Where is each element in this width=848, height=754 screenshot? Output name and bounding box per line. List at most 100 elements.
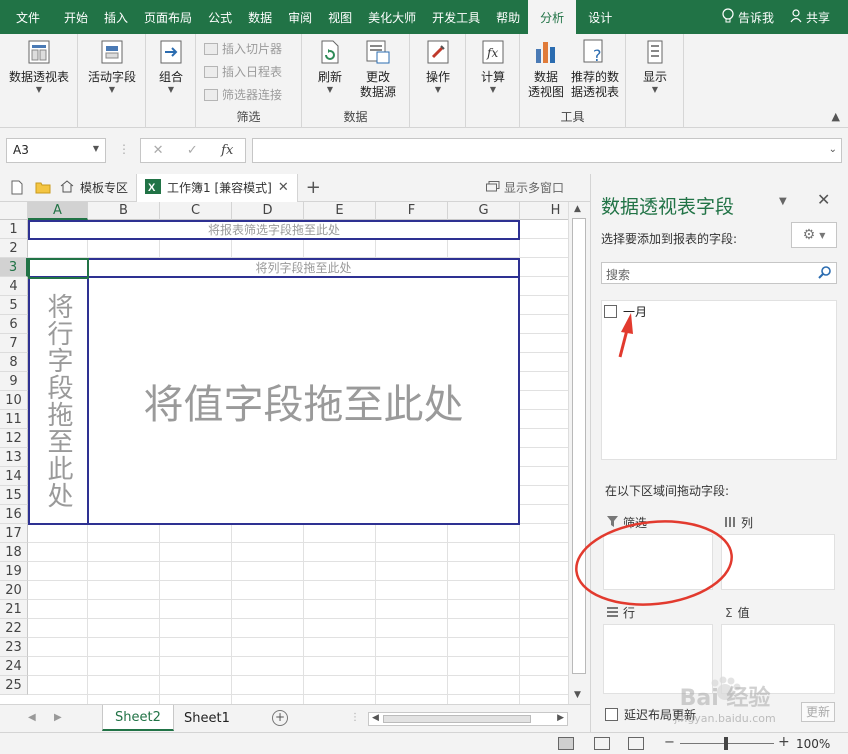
scroll-down-icon[interactable]: ▼ (574, 690, 581, 700)
calculations-button[interactable]: fx 计算 ▼ (473, 38, 513, 95)
row-header-6[interactable]: 6 (0, 315, 28, 334)
page-break-view-icon[interactable] (628, 737, 644, 750)
close-icon[interactable]: ✕ (278, 180, 289, 195)
row-header-5[interactable]: 5 (0, 296, 28, 315)
row-header-14[interactable]: 14 (0, 467, 28, 486)
zoom-in-button[interactable]: + (778, 734, 790, 750)
show-button[interactable]: 显示 ▼ (636, 38, 674, 95)
actions-button[interactable]: 操作 ▼ (418, 38, 458, 95)
tools-dropdown[interactable]: ⚙ ▼ (791, 222, 837, 248)
scroll-right-icon[interactable]: ▶ (557, 713, 564, 723)
pivot-table-button[interactable]: 数据透视表 ▼ (8, 38, 70, 95)
defer-checkbox[interactable] (605, 708, 618, 721)
confirm-entry-icon[interactable]: ✓ (187, 143, 198, 158)
row-header-9[interactable]: 9 (0, 372, 28, 391)
field-item-january[interactable]: 一月 (604, 303, 647, 320)
chevron-down-icon[interactable]: ▼ (93, 144, 99, 153)
column-header-c[interactable]: C (160, 202, 232, 220)
field-search-input[interactable]: 搜索 (601, 262, 837, 284)
expand-formula-icon[interactable]: ⌄ (829, 144, 837, 155)
column-header-d[interactable]: D (232, 202, 304, 220)
filters-area[interactable] (603, 534, 713, 590)
zoom-out-button[interactable]: − (664, 735, 675, 750)
next-sheet-icon[interactable]: ▶ (54, 712, 62, 723)
scroll-up-icon[interactable]: ▲ (574, 204, 581, 214)
tab-data[interactable]: 数据 (240, 0, 280, 34)
row-header-4[interactable]: 4 (0, 277, 28, 296)
multi-window-button[interactable]: 显示多窗口 (485, 179, 564, 196)
row-header-25[interactable]: 25 (0, 676, 28, 695)
selected-cell-a3[interactable] (28, 258, 89, 279)
share-button[interactable]: 共享 (782, 8, 848, 26)
column-header-b[interactable]: B (88, 202, 160, 220)
row-header-23[interactable]: 23 (0, 638, 28, 657)
new-tab-button[interactable]: + (306, 177, 321, 198)
row-header-3[interactable]: 3 (0, 258, 28, 277)
tab-home[interactable]: 开始 (56, 0, 96, 34)
page-layout-view-icon[interactable] (594, 737, 610, 750)
horizontal-scroll-thumb[interactable] (383, 715, 531, 723)
values-area[interactable] (721, 624, 835, 694)
row-header-11[interactable]: 11 (0, 410, 28, 429)
pane-options-icon[interactable]: ▼ (779, 196, 787, 207)
row-header-15[interactable]: 15 (0, 486, 28, 505)
rows-area[interactable] (603, 624, 713, 694)
name-box[interactable]: A3 ▼ (6, 138, 106, 163)
row-header-20[interactable]: 20 (0, 581, 28, 600)
vertical-scroll-thumb[interactable] (572, 218, 586, 674)
recommended-pivot-button[interactable]: ? 推荐的数 据透视表 (568, 38, 622, 100)
row-header-7[interactable]: 7 (0, 334, 28, 353)
row-header-21[interactable]: 21 (0, 600, 28, 619)
document-icon[interactable] (8, 179, 26, 197)
spreadsheet-grid[interactable]: A B C D E F G H 1 2 3 4 5 6 7 8 9 10 11 12 13 14 15 16 1… (0, 202, 568, 704)
row-header-12[interactable]: 12 (0, 429, 28, 448)
update-button[interactable]: 更新 (801, 702, 835, 722)
column-header-h[interactable]: H (520, 202, 568, 220)
columns-area[interactable] (721, 534, 835, 590)
column-header-e[interactable]: E (304, 202, 376, 220)
vertical-scrollbar[interactable]: ▲ ▼ (568, 202, 590, 704)
tab-design[interactable]: 设计 (576, 0, 624, 34)
tab-page-layout[interactable]: 页面布局 (136, 0, 200, 34)
row-header-1[interactable]: 1 (0, 220, 28, 239)
defer-layout-update[interactable]: 延迟布局更新 (605, 706, 696, 723)
sheet-tab-sheet1[interactable]: Sheet1 (172, 705, 242, 731)
group-button[interactable]: 组合 ▼ (152, 38, 190, 95)
column-header-g[interactable]: G (448, 202, 520, 220)
zoom-slider-knob[interactable] (724, 737, 728, 750)
insert-timeline-button[interactable]: 插入日程表 (204, 63, 282, 80)
row-header-10[interactable]: 10 (0, 391, 28, 410)
tab-view[interactable]: 视图 (320, 0, 360, 34)
horizontal-scrollbar[interactable]: ◀ ▶ (368, 712, 568, 726)
add-sheet-button[interactable]: + (272, 710, 288, 726)
refresh-button[interactable]: 刷新 ▼ (312, 38, 348, 95)
tab-beautify[interactable]: 美化大师 (360, 0, 424, 34)
row-header-16[interactable]: 16 (0, 505, 28, 524)
tab-templates[interactable]: 模板专区 (52, 174, 136, 202)
zoom-level[interactable]: 100% (796, 737, 830, 751)
value-drop-zone[interactable]: 将值字段拖至此处 (87, 276, 520, 525)
scroll-grip-icon[interactable]: ⋮ (350, 712, 360, 723)
tab-review[interactable]: 审阅 (280, 0, 320, 34)
select-all-corner[interactable] (0, 202, 28, 220)
folder-icon[interactable] (34, 179, 52, 197)
collapse-ribbon-icon[interactable]: ▲ (832, 110, 840, 123)
row-header-2[interactable]: 2 (0, 239, 28, 258)
close-icon[interactable]: ✕ (817, 190, 830, 209)
normal-view-icon[interactable] (558, 737, 574, 750)
row-header-13[interactable]: 13 (0, 448, 28, 467)
column-drop-zone[interactable]: 将列字段拖至此处 (87, 258, 520, 278)
tab-workbook[interactable]: X 工作簿1 [兼容模式] ✕ (136, 173, 298, 202)
row-header-24[interactable]: 24 (0, 657, 28, 676)
tab-analyze[interactable]: 分析 (528, 0, 577, 34)
sheet-tab-sheet2[interactable]: Sheet2 (102, 705, 174, 731)
row-drop-zone[interactable]: 将行字段拖至此处 (28, 276, 89, 525)
filter-drop-zone[interactable]: 将报表筛选字段拖至此处 (28, 220, 520, 240)
cancel-entry-icon[interactable]: ✕ (153, 143, 164, 158)
prev-sheet-icon[interactable]: ◀ (28, 712, 36, 723)
tab-insert[interactable]: 插入 (96, 0, 136, 34)
row-header-8[interactable]: 8 (0, 353, 28, 372)
insert-slicer-button[interactable]: 插入切片器 (204, 40, 282, 57)
column-header-a[interactable]: A (28, 202, 88, 220)
column-header-f[interactable]: F (376, 202, 448, 220)
